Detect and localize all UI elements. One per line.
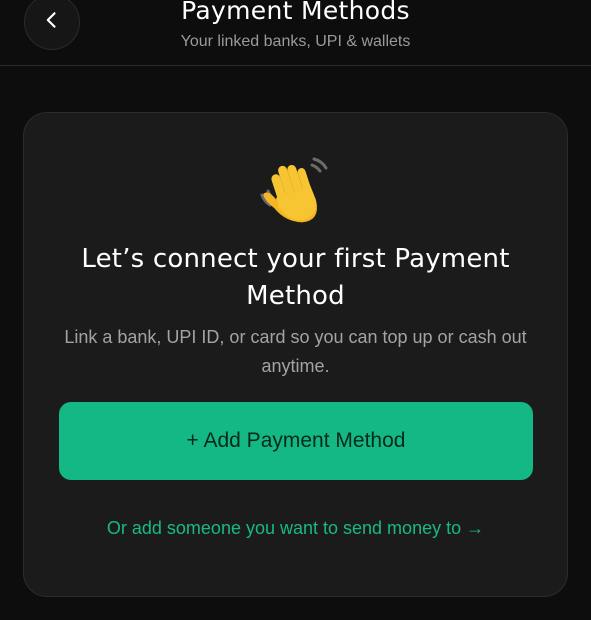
payment-methods-screen: Payment Methods Your linked banks, UPI &…	[0, 0, 591, 620]
add-recipient-link[interactable]: Or add someone you want to send money to…	[24, 518, 567, 539]
add-payment-method-button[interactable]: + Add Payment Method	[59, 402, 533, 480]
waving-hand-icon	[24, 151, 567, 231]
page-subtitle: Your linked banks, UPI & wallets	[180, 33, 411, 50]
empty-state-description: Link a bank, UPI ID, or card so you can …	[64, 327, 527, 376]
header: Payment Methods Your linked banks, UPI &…	[0, 0, 591, 66]
empty-state-card: Let’s connect your first Payment Method …	[23, 112, 568, 597]
page-title: Payment Methods	[181, 0, 410, 25]
empty-state-heading: Let’s connect your first Payment Method	[81, 244, 510, 311]
